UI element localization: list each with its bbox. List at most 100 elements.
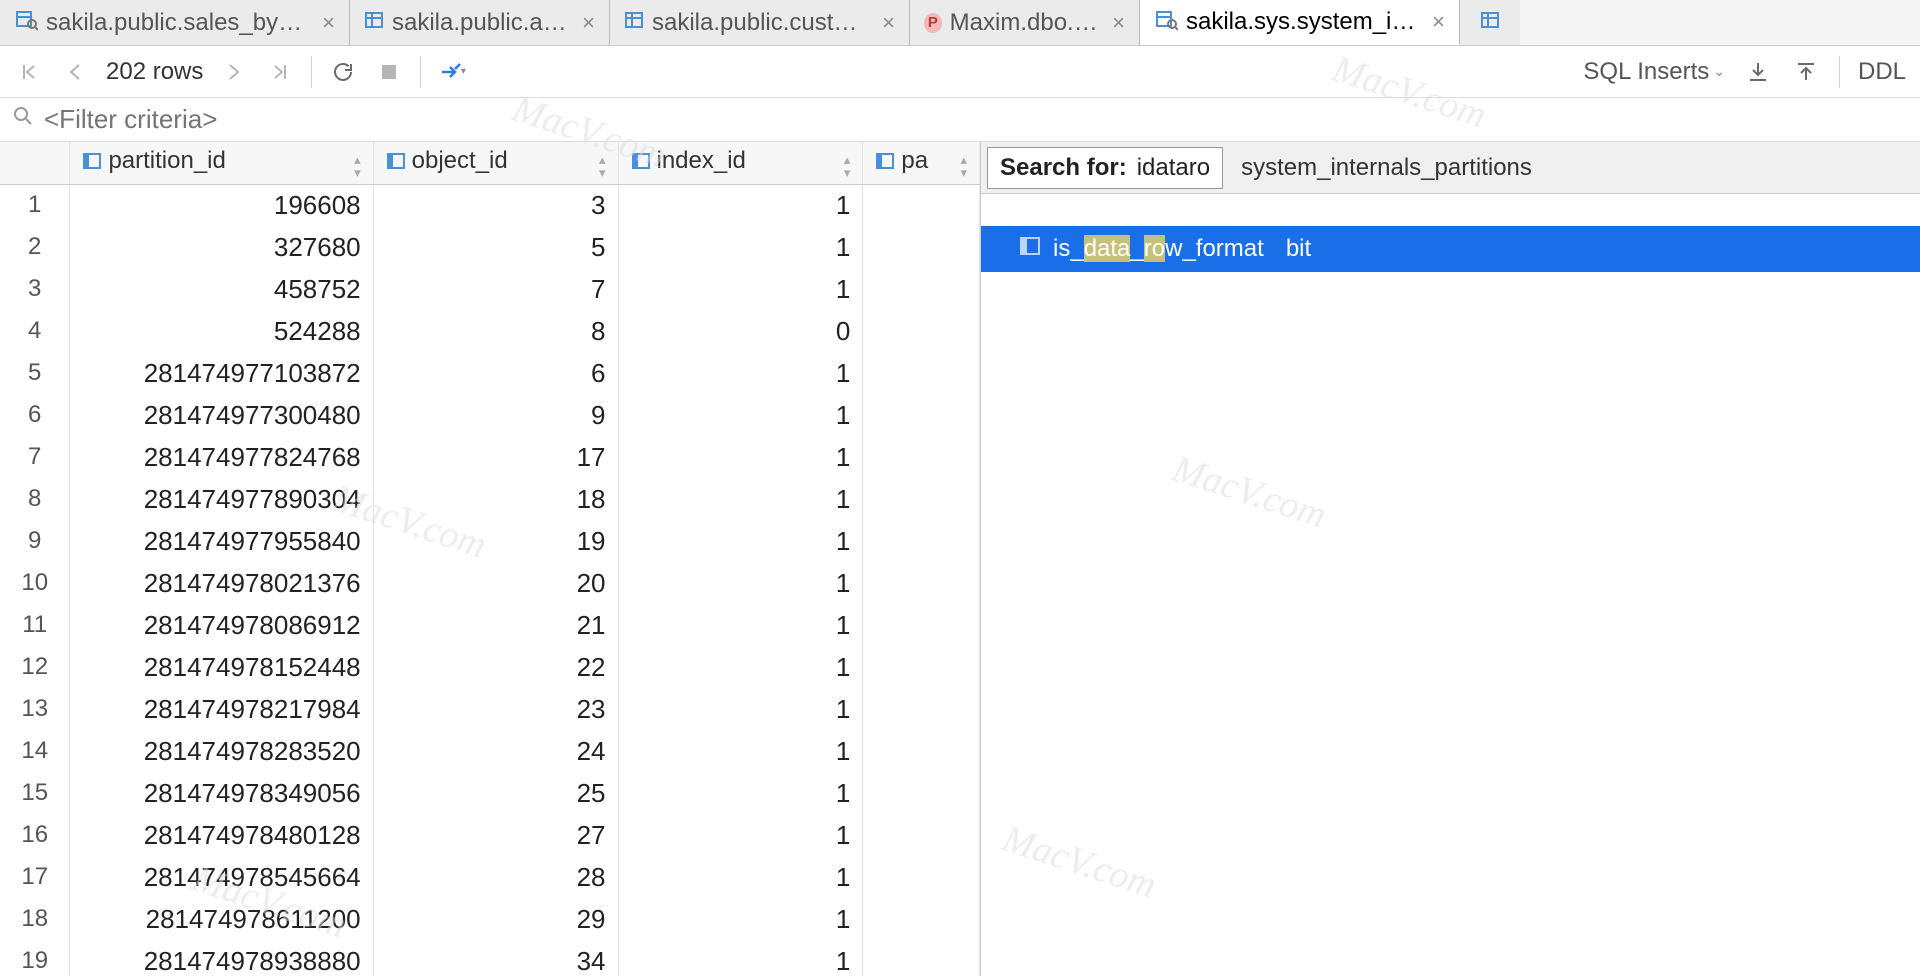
export-download-button[interactable] xyxy=(1743,57,1773,87)
cell-partition-id[interactable]: 281474978086912 xyxy=(70,604,373,646)
cell-object-id[interactable]: 28 xyxy=(373,856,618,898)
cell-truncated[interactable] xyxy=(863,898,980,940)
cell-object-id[interactable]: 19 xyxy=(373,520,618,562)
sort-icon[interactable]: ▴▾ xyxy=(844,147,851,179)
table-row[interactable]: 13281474978217984231 xyxy=(0,688,980,730)
editor-tab[interactable]: sakila.public.actor× xyxy=(350,0,610,45)
filter-input[interactable] xyxy=(44,104,1908,135)
cell-partition-id[interactable]: 281474978480128 xyxy=(70,814,373,856)
cell-truncated[interactable] xyxy=(863,688,980,730)
table-row[interactable]: 11281474978086912211 xyxy=(0,604,980,646)
prev-page-button[interactable] xyxy=(60,57,90,87)
cell-index-id[interactable]: 1 xyxy=(618,352,863,394)
table-row[interactable]: 15281474978349056251 xyxy=(0,772,980,814)
table-row[interactable]: 12281474978152448221 xyxy=(0,646,980,688)
cell-truncated[interactable] xyxy=(863,394,980,436)
sort-icon[interactable]: ▴▾ xyxy=(354,147,361,179)
cell-index-id[interactable]: 1 xyxy=(618,730,863,772)
cell-object-id[interactable]: 5 xyxy=(373,226,618,268)
cell-index-id[interactable]: 1 xyxy=(618,268,863,310)
cell-truncated[interactable] xyxy=(863,730,980,772)
cell-partition-id[interactable]: 281474977103872 xyxy=(70,352,373,394)
cell-object-id[interactable]: 25 xyxy=(373,772,618,814)
column-header[interactable]: pa▴▾ xyxy=(863,142,980,184)
table-row[interactable]: 7281474977824768171 xyxy=(0,436,980,478)
cell-truncated[interactable] xyxy=(863,940,980,976)
cell-index-id[interactable]: 1 xyxy=(618,436,863,478)
cell-object-id[interactable]: 20 xyxy=(373,562,618,604)
cell-truncated[interactable] xyxy=(863,268,980,310)
data-grid[interactable]: partition_id▴▾object_id▴▾index_id▴▾pa▴▾ … xyxy=(0,142,980,976)
table-row[interactable]: 119660831 xyxy=(0,184,980,226)
first-page-button[interactable] xyxy=(14,57,44,87)
cell-object-id[interactable]: 34 xyxy=(373,940,618,976)
cell-index-id[interactable]: 1 xyxy=(618,184,863,226)
editor-tab[interactable]: PMaxim.dbo.Upd× xyxy=(910,0,1140,45)
sort-icon[interactable]: ▴▾ xyxy=(960,147,967,179)
close-icon[interactable]: × xyxy=(1432,9,1445,35)
cell-object-id[interactable]: 8 xyxy=(373,310,618,352)
close-icon[interactable]: × xyxy=(322,10,335,36)
cell-object-id[interactable]: 9 xyxy=(373,394,618,436)
cell-partition-id[interactable]: 196608 xyxy=(70,184,373,226)
cell-partition-id[interactable]: 281474977890304 xyxy=(70,478,373,520)
next-page-button[interactable] xyxy=(219,57,249,87)
column-header[interactable]: object_id▴▾ xyxy=(373,142,618,184)
table-row[interactable]: 232768051 xyxy=(0,226,980,268)
cell-partition-id[interactable]: 524288 xyxy=(70,310,373,352)
cell-object-id[interactable]: 24 xyxy=(373,730,618,772)
cell-truncated[interactable] xyxy=(863,352,980,394)
cell-truncated[interactable] xyxy=(863,646,980,688)
cell-truncated[interactable] xyxy=(863,856,980,898)
cell-partition-id[interactable]: 281474977955840 xyxy=(70,520,373,562)
cell-index-id[interactable]: 1 xyxy=(618,688,863,730)
cell-truncated[interactable] xyxy=(863,226,980,268)
cell-index-id[interactable]: 1 xyxy=(618,604,863,646)
cell-truncated[interactable] xyxy=(863,562,980,604)
cell-partition-id[interactable]: 281474977300480 xyxy=(70,394,373,436)
cell-object-id[interactable]: 21 xyxy=(373,604,618,646)
cell-partition-id[interactable]: 281474978545664 xyxy=(70,856,373,898)
cell-index-id[interactable]: 1 xyxy=(618,772,863,814)
overflow-tabs-button[interactable] xyxy=(1460,0,1520,45)
cell-object-id[interactable]: 22 xyxy=(373,646,618,688)
search-result-item[interactable]: is_data_row_format bit xyxy=(981,226,1920,272)
cell-partition-id[interactable]: 281474978938880 xyxy=(70,940,373,976)
cell-truncated[interactable] xyxy=(863,436,980,478)
cell-object-id[interactable]: 23 xyxy=(373,688,618,730)
column-header[interactable]: partition_id▴▾ xyxy=(70,142,373,184)
compare-button[interactable]: ▾ xyxy=(437,57,467,87)
table-row[interactable]: 9281474977955840191 xyxy=(0,520,980,562)
last-page-button[interactable] xyxy=(265,57,295,87)
export-format-dropdown[interactable]: SQL Inserts ⌄ xyxy=(1583,58,1725,86)
cell-truncated[interactable] xyxy=(863,772,980,814)
cell-index-id[interactable]: 1 xyxy=(618,520,863,562)
cell-object-id[interactable]: 29 xyxy=(373,898,618,940)
cell-object-id[interactable]: 3 xyxy=(373,184,618,226)
refresh-button[interactable] xyxy=(328,57,358,87)
cell-index-id[interactable]: 1 xyxy=(618,394,863,436)
cell-truncated[interactable] xyxy=(863,478,980,520)
editor-tab[interactable]: sakila.public.sales_by_film_c× xyxy=(0,0,350,45)
table-row[interactable]: 14281474978283520241 xyxy=(0,730,980,772)
cell-partition-id[interactable]: 281474978349056 xyxy=(70,772,373,814)
cell-index-id[interactable]: 1 xyxy=(618,898,863,940)
cell-object-id[interactable]: 18 xyxy=(373,478,618,520)
table-row[interactable]: 345875271 xyxy=(0,268,980,310)
cell-partition-id[interactable]: 281474977824768 xyxy=(70,436,373,478)
cell-truncated[interactable] xyxy=(863,310,980,352)
cell-partition-id[interactable]: 281474978611200 xyxy=(70,898,373,940)
cell-partition-id[interactable]: 281474978152448 xyxy=(70,646,373,688)
cell-index-id[interactable]: 1 xyxy=(618,226,863,268)
cell-truncated[interactable] xyxy=(863,520,980,562)
table-row[interactable]: 16281474978480128271 xyxy=(0,814,980,856)
cell-partition-id[interactable]: 281474978217984 xyxy=(70,688,373,730)
editor-tab[interactable]: sakila.sys.system_internal× xyxy=(1140,0,1460,45)
cell-index-id[interactable]: 1 xyxy=(618,814,863,856)
sort-icon[interactable]: ▴▾ xyxy=(599,147,606,179)
table-row[interactable]: 452428880 xyxy=(0,310,980,352)
cell-index-id[interactable]: 0 xyxy=(618,310,863,352)
cell-index-id[interactable]: 1 xyxy=(618,478,863,520)
editor-tab[interactable]: sakila.public.custome× xyxy=(610,0,910,45)
close-icon[interactable]: × xyxy=(582,10,595,36)
